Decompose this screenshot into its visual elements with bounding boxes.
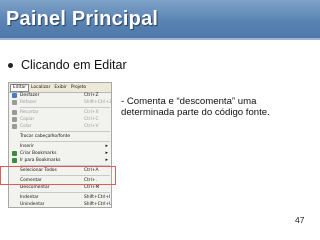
- menu-item-descomentar[interactable]: Descomentar Ctrl+M: [10, 184, 110, 191]
- menu-item-icon: [12, 110, 17, 115]
- description-line-2: determinada parte do código fonte.: [121, 107, 270, 118]
- menubar-item-localizar[interactable]: Localizar: [29, 84, 52, 92]
- title-divider: [0, 38, 320, 40]
- menubar-item-exibir[interactable]: Exibir: [52, 84, 68, 92]
- menu-item-label: Unindentar: [20, 202, 45, 207]
- bullet-icon: [8, 62, 13, 68]
- menu-item-shortcut: Ctrl+V: [84, 124, 99, 129]
- menu-item-label: Ir para Bookmarks: [20, 158, 61, 163]
- menu-separator: [20, 107, 110, 108]
- menu-item-icon: [12, 134, 17, 139]
- menu-item-label: Desfazer: [20, 93, 40, 98]
- menu-item-unindentar[interactable]: Unindentar Shift+Ctrl+U: [10, 201, 112, 207]
- menu-item-icon: [12, 158, 17, 163]
- menu-item-shortcut: Ctrl+C: [84, 117, 99, 122]
- menu-item-icon: [12, 151, 17, 156]
- menu-item-label: Indentar: [20, 195, 39, 200]
- slide-title: Painel Principal: [6, 8, 159, 30]
- menu-item-icon: [12, 202, 17, 207]
- menu-item-desfazer[interactable]: Desfazer Ctrl+Z: [10, 92, 110, 99]
- submenu-arrow-icon: ▸: [105, 143, 108, 149]
- submenu-arrow-icon: ▸: [105, 150, 108, 156]
- menu-item-icon: [12, 124, 17, 129]
- menu-item-shortcut: Ctrl+Z: [84, 93, 99, 98]
- menu-item-icon: [12, 93, 17, 98]
- menu-item-copiar[interactable]: Copiar Ctrl+C: [10, 116, 110, 123]
- menu-item-trocar-cabecalho-fonte[interactable]: Trocar cabeçalho/fonte: [10, 133, 110, 140]
- menu-item-shortcut: Shift+Ctrl+Z: [84, 100, 112, 105]
- menu-item-criar-bookmarks[interactable]: Criar Bookmarks ▸: [10, 150, 110, 157]
- menu-item-shortcut: Ctrl+M: [84, 185, 100, 190]
- menu-item-icon: [12, 117, 17, 122]
- menu-item-shortcut: Ctrl+X: [84, 110, 99, 115]
- edit-menu-screenshot: Editar Localizar Exibir Projeto Desfazer…: [8, 82, 112, 208]
- description-line-1: - Comenta e “descomenta” uma: [121, 96, 257, 107]
- comment-highlight-box: [0, 166, 116, 185]
- menu-item-icon: [12, 195, 17, 200]
- slide-description: - Comenta e “descomenta” uma determinada…: [121, 96, 306, 118]
- title-bar: Painel Principal: [0, 0, 320, 38]
- menu-item-label: Trocar cabeçalho/fonte: [20, 134, 71, 139]
- menubar-item-editar[interactable]: Editar: [10, 83, 29, 92]
- page-number: 47: [295, 215, 305, 225]
- menu-item-icon: [12, 100, 17, 105]
- menu-separator: [20, 192, 110, 193]
- menu-separator: [20, 131, 110, 132]
- menu-item-refazer[interactable]: Refazer Shift+Ctrl+Z: [10, 99, 112, 106]
- bullet-item: Clicando em Editar: [8, 58, 127, 72]
- menu-item-label: Copiar: [20, 117, 35, 122]
- submenu-arrow-icon: ▸: [105, 157, 108, 163]
- menu-item-recortar[interactable]: Recortar Ctrl+X: [10, 109, 110, 116]
- menu-item-colar[interactable]: Colar Ctrl+V: [10, 123, 110, 130]
- menu-item-label: Refazer: [20, 100, 37, 105]
- menu-item-shortcut: Shift+Ctrl+I: [84, 195, 111, 200]
- menu-item-label: Recortar: [20, 110, 39, 115]
- edit-dropdown-menu: Desfazer Ctrl+Z Refazer Shift+Ctrl+Z Recorta…: [10, 92, 112, 207]
- menu-item-label: Criar Bookmarks: [20, 151, 57, 156]
- menubar-item-projeto[interactable]: Projeto: [69, 84, 88, 92]
- menu-item-shortcut: Shift+Ctrl+U: [84, 202, 112, 207]
- bullet-text: Clicando em Editar: [21, 58, 127, 72]
- menu-item-ir-para-bookmarks[interactable]: Ir para Bookmarks ▸: [10, 157, 110, 164]
- menu-item-label: Colar: [20, 124, 32, 129]
- menu-item-label: Inserir: [20, 144, 34, 149]
- menu-item-icon: [12, 185, 17, 190]
- menu-item-label: Descomentar: [20, 185, 50, 190]
- menu-item-icon: [12, 144, 17, 149]
- menu-item-inserir[interactable]: Inserir ▸: [10, 143, 110, 150]
- menu-separator: [20, 141, 110, 142]
- menu-item-indentar[interactable]: Indentar Shift+Ctrl+I: [10, 194, 110, 201]
